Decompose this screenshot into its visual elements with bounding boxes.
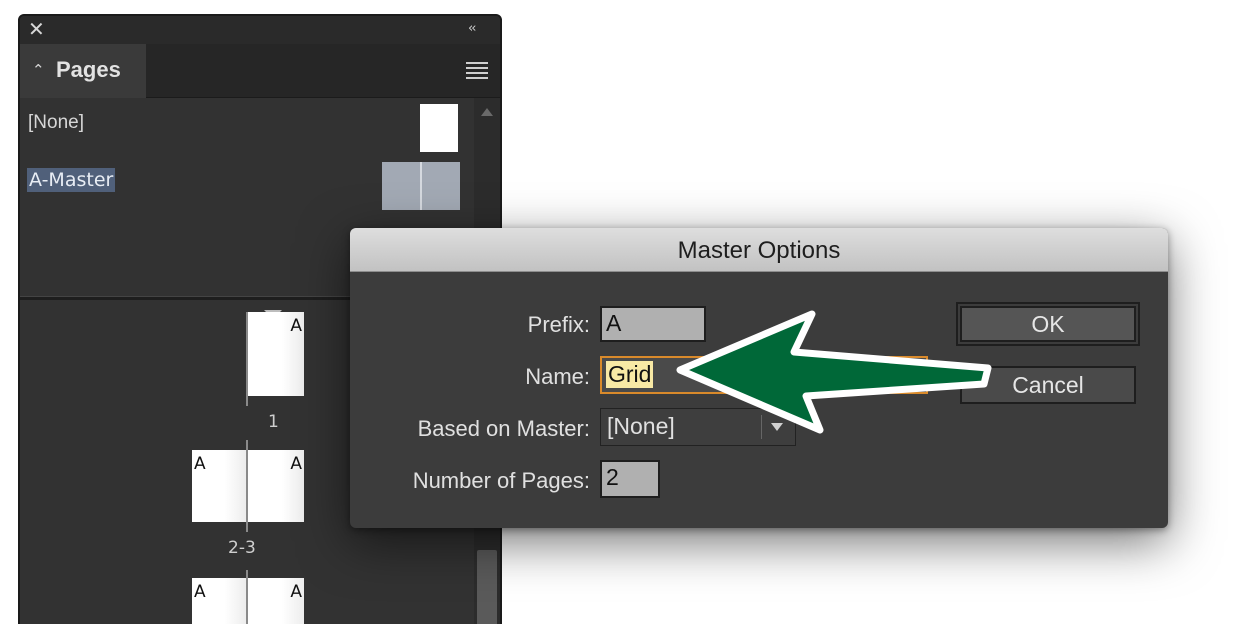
ok-button[interactable]: OK xyxy=(956,302,1140,346)
page-thumbnail[interactable]: A xyxy=(248,578,304,624)
name-label: Name: xyxy=(525,364,590,389)
based-on-master-select[interactable]: [None] xyxy=(600,408,796,446)
panel-titlebar: ✕ ‹‹ xyxy=(20,16,500,44)
based-on-master-label: Based on Master: xyxy=(417,416,590,441)
chevron-down-icon xyxy=(771,423,783,431)
master-item-a-master[interactable]: A-Master xyxy=(27,168,116,192)
cancel-button[interactable]: Cancel xyxy=(960,366,1136,404)
master-a-thumbnail[interactable] xyxy=(382,162,460,210)
master-none-thumbnail[interactable] xyxy=(420,104,458,152)
page-thumbnail[interactable]: A xyxy=(192,450,246,522)
number-of-pages-label: Number of Pages: xyxy=(412,468,590,493)
panel-menu-icon[interactable] xyxy=(466,62,488,79)
name-input-value: Grid xyxy=(606,361,654,388)
page-prefix: A xyxy=(194,454,206,474)
name-input[interactable]: Grid xyxy=(600,356,928,394)
master-item-none[interactable]: [None] xyxy=(28,112,84,134)
close-icon[interactable]: ✕ xyxy=(28,19,48,39)
page-number: 1 xyxy=(268,412,279,432)
page-prefix: A xyxy=(194,582,206,602)
tab-pages-label: Pages xyxy=(56,57,121,82)
page-thumbnail[interactable]: A xyxy=(192,578,246,624)
prefix-label: Prefix: xyxy=(527,312,590,337)
dialog-titlebar[interactable]: Master Options xyxy=(350,228,1168,272)
scroll-thumb[interactable] xyxy=(477,550,497,624)
page-thumbnail[interactable]: A xyxy=(248,450,304,522)
page-prefix: A xyxy=(290,316,302,336)
collapse-panel-icon[interactable]: ‹‹ xyxy=(468,20,488,38)
page-thumbnail[interactable]: A xyxy=(248,312,304,396)
master-options-dialog: Master Options Prefix: A Name: Grid Base… xyxy=(350,228,1168,528)
dialog-title: Master Options xyxy=(677,237,841,264)
scroll-up-icon[interactable] xyxy=(481,108,493,116)
number-of-pages-input[interactable]: 2 xyxy=(600,460,660,498)
tab-pages[interactable]: ⌃ Pages xyxy=(20,44,146,98)
select-separator xyxy=(761,415,762,439)
based-on-master-value: [None] xyxy=(607,413,675,439)
panel-tabbar: ⌃ Pages xyxy=(20,44,500,98)
page-prefix: A xyxy=(290,582,302,602)
expand-collapse-icon[interactable]: ⌃ xyxy=(32,58,45,82)
page-prefix: A xyxy=(290,454,302,474)
page-number: 2-3 xyxy=(228,538,256,558)
prefix-input[interactable]: A xyxy=(600,306,706,342)
